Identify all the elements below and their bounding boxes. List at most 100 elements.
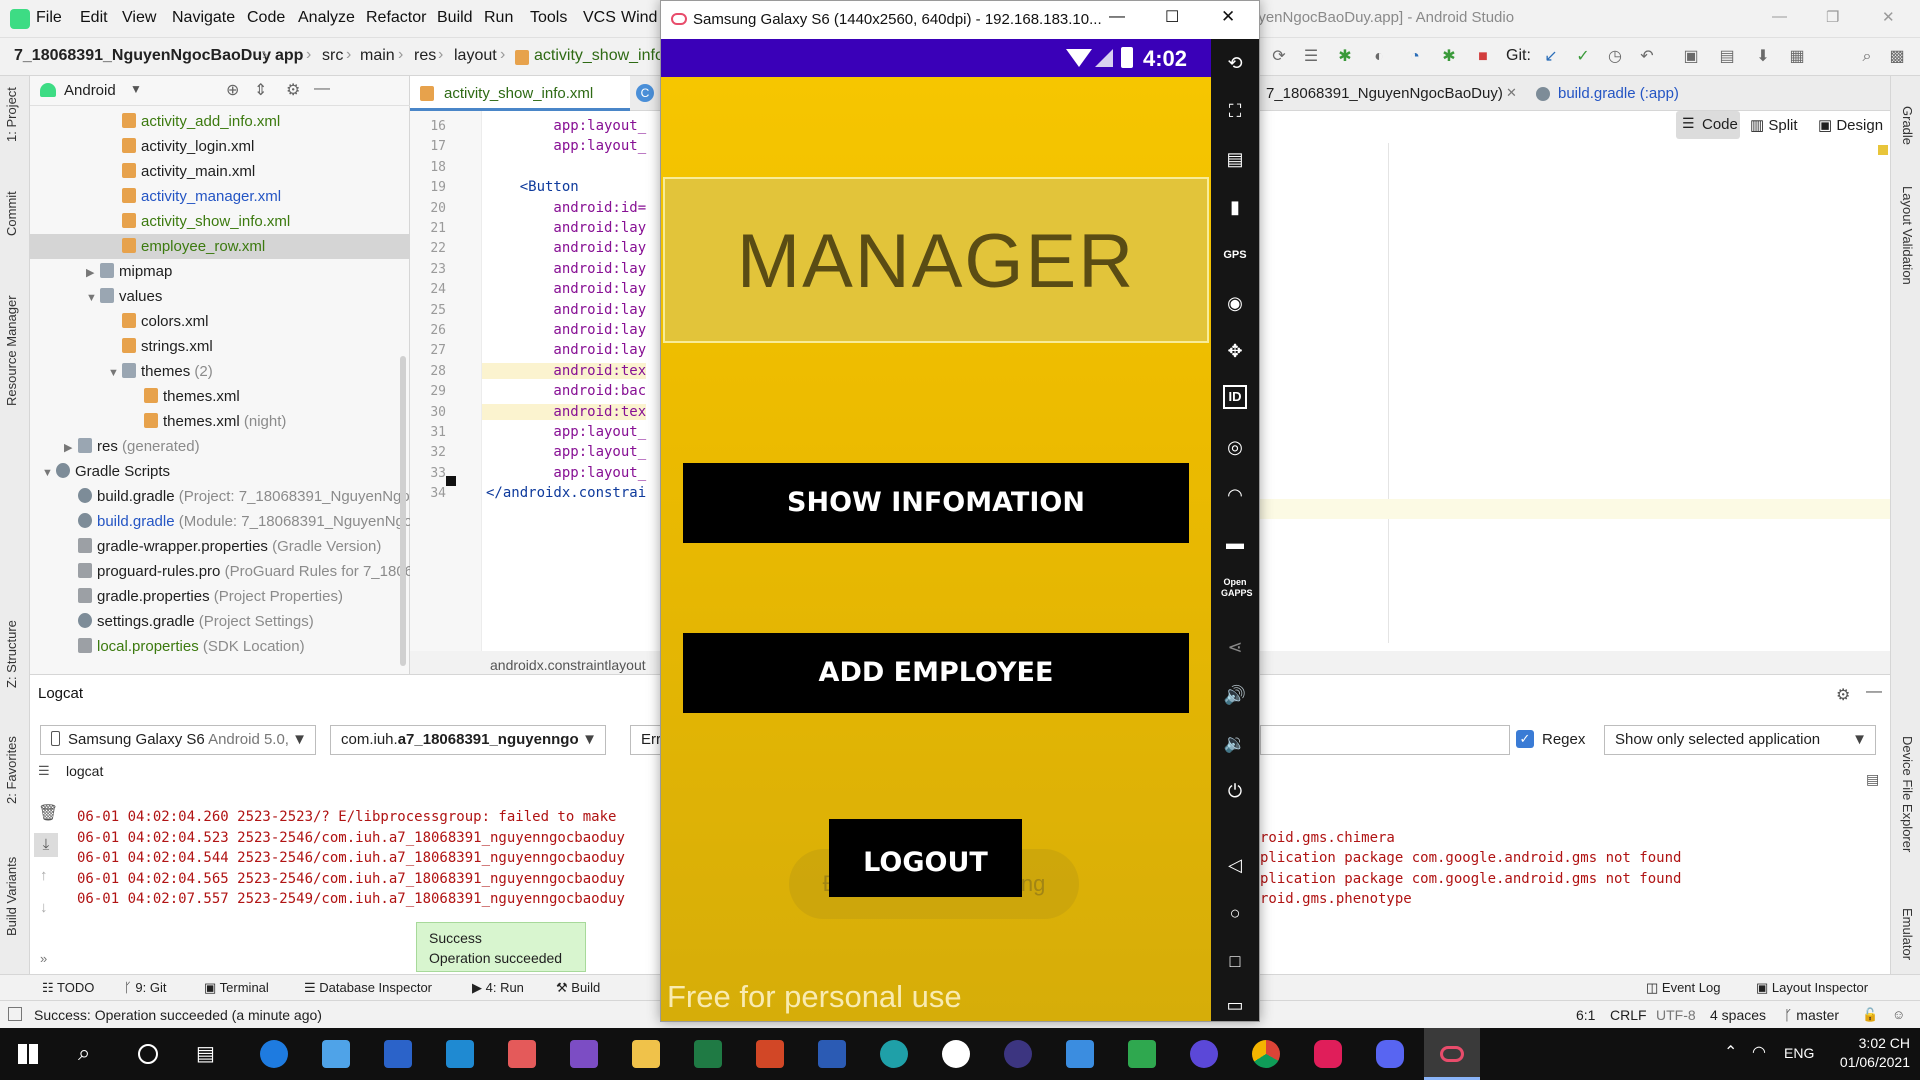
chevron-up-icon[interactable]: ⌃ — [1724, 1042, 1737, 1062]
tool-git[interactable]: ᚴ 9: Git — [124, 980, 167, 995]
show-information-button[interactable]: SHOW INFOMATION — [683, 463, 1189, 543]
file-explorer-icon[interactable] — [632, 1040, 660, 1068]
lock-icon[interactable]: 🔓 — [1862, 1007, 1878, 1023]
breadcrumb-main[interactable]: main — [360, 47, 395, 65]
tool-tab-gradle[interactable]: Gradle — [1900, 106, 1915, 145]
tab-activity-show-info[interactable]: activity_show_info.xml — [410, 76, 630, 111]
collapsed-arrow-icon[interactable]: ▶ — [64, 436, 78, 459]
tool-layout-inspector[interactable]: ▣ Layout Inspector — [1756, 980, 1868, 996]
word-icon[interactable] — [818, 1040, 846, 1068]
breadcrumb-project[interactable]: 7_18068391_NguyenNgocBaoDuy — [14, 47, 271, 65]
maximize-icon[interactable]: ☐ — [1165, 7, 1179, 27]
view-mode-split[interactable]: ▥ Split — [1750, 116, 1798, 134]
sms-icon[interactable]: ▬ — [1221, 529, 1249, 557]
device-manager-icon[interactable]: ▤ — [1716, 46, 1738, 68]
list-icon[interactable]: ☰ — [1300, 46, 1322, 68]
hide-icon[interactable]: — — [314, 80, 330, 98]
tree-item[interactable]: strings.xml — [30, 334, 410, 359]
status-toggle-icon[interactable] — [8, 1007, 22, 1021]
status-message[interactable]: Success: Operation succeeded (a minute a… — [34, 1007, 322, 1023]
collapsed-arrow-icon[interactable]: ▶ — [86, 261, 100, 284]
share-icon[interactable]: ⋖ — [1221, 633, 1249, 661]
search-icon[interactable]: ⌕ — [1856, 46, 1878, 68]
tree-item[interactable]: ▶ mipmap — [30, 259, 410, 284]
search-input[interactable] — [1260, 725, 1510, 755]
recents-icon[interactable]: □ — [1221, 947, 1249, 975]
open-gapps-icon[interactable]: Open GAPPS — [1221, 577, 1253, 605]
more-icon[interactable]: » — [40, 951, 47, 966]
task-view-icon[interactable]: ▤ — [196, 1041, 215, 1066]
power-icon[interactable]: ⏻ — [1221, 777, 1249, 805]
view-mode-design[interactable]: ▣ Design — [1818, 116, 1883, 134]
clapperboard-icon[interactable]: ▤ — [1221, 145, 1249, 173]
tool-run[interactable]: ▶ 4: Run — [472, 980, 524, 996]
tool-tab-layout-validation[interactable]: Layout Validation — [1900, 186, 1915, 285]
edge-icon[interactable] — [880, 1040, 908, 1068]
git-update-icon[interactable]: ↙ — [1540, 46, 1562, 68]
device-select[interactable]: Samsung Galaxy S6 Android 5.0, ▼ — [40, 725, 316, 755]
colorful-app-icon[interactable] — [508, 1040, 536, 1068]
tool-terminal[interactable]: ▣ Terminal — [204, 980, 269, 996]
gear-icon[interactable]: ⚙ — [286, 80, 300, 100]
wifi-icon[interactable]: ◠ — [1752, 1042, 1766, 1062]
rotate-icon[interactable]: ⟲ — [1221, 49, 1249, 77]
volume-up-icon[interactable]: 🔊 — [1221, 681, 1249, 709]
tool-todo[interactable]: ☷ TODO — [42, 980, 94, 996]
menu-item[interactable]: View — [122, 9, 156, 27]
run-config-tab[interactable]: 7_18068391_NguyenNgocBaoDuy) — [1266, 85, 1503, 102]
visual-studio-icon[interactable] — [570, 1040, 598, 1068]
phone-screen[interactable]: 4:02 MANAGER SHOW INFOMATION ADD EMPLOYE… — [661, 39, 1211, 1021]
process-select[interactable]: com.iuh.a7_18068391_nguyenngoc ▼ — [330, 725, 606, 755]
trash-icon[interactable]: 🗑 — [38, 803, 58, 823]
tree-item[interactable]: themes.xml (night) — [30, 409, 410, 434]
box-app-icon[interactable] — [1066, 1040, 1094, 1068]
gauge-icon[interactable]: ◔ — [1404, 46, 1426, 68]
menu-item[interactable]: Edit — [80, 9, 108, 27]
tree-scrollbar[interactable] — [400, 356, 406, 666]
attach-debugger-icon[interactable]: ✱ — [1438, 46, 1460, 68]
tool-tab-project[interactable]: 1: Project — [4, 87, 19, 142]
breadcrumb-file[interactable]: activity_show_info. — [534, 47, 668, 65]
chrome-icon[interactable] — [1252, 1040, 1280, 1068]
expanded-arrow-icon[interactable]: ▼ — [86, 286, 100, 309]
wps-icon[interactable] — [942, 1040, 970, 1068]
tool-tab-build-variants[interactable]: Build Variants — [4, 857, 19, 936]
breadcrumb-layout[interactable]: layout — [454, 47, 497, 65]
rss-icon[interactable]: ◠ — [1221, 481, 1249, 509]
tool-build[interactable]: ⚒ Build — [556, 980, 600, 996]
git-rollback-icon[interactable]: ↶ — [1636, 46, 1658, 68]
line-separator[interactable]: CRLF — [1610, 1007, 1647, 1023]
vscode-icon[interactable] — [446, 1040, 474, 1068]
menu-item[interactable]: Tools — [530, 9, 567, 27]
regex-checkbox[interactable]: ✓ — [1516, 730, 1534, 748]
add-employee-button[interactable]: ADD EMPLOYEE — [683, 633, 1189, 713]
taskbar-clock[interactable]: 3:02 CH 01/06/2021 — [1810, 1034, 1910, 1072]
menu-item[interactable]: File — [36, 9, 62, 27]
caret-position[interactable]: 6:1 — [1576, 1007, 1595, 1023]
maximize-icon[interactable]: ❐ — [1826, 8, 1839, 26]
tool-tab-resource-manager[interactable]: Resource Manager — [4, 295, 19, 406]
tool-event-log[interactable]: ◫ Event Log — [1646, 980, 1720, 996]
tool-tab-emulator[interactable]: Emulator — [1900, 908, 1915, 960]
tree-item[interactable]: local.properties (SDK Location) — [30, 634, 410, 659]
camera-icon[interactable]: ◉ — [1221, 289, 1249, 317]
tree-item[interactable]: ▶ res (generated) — [30, 434, 410, 459]
minimize-icon[interactable]: — — [1772, 8, 1787, 25]
gear-icon[interactable]: ⚙ — [1836, 685, 1850, 705]
discord-icon[interactable] — [1376, 1040, 1404, 1068]
network-app-icon[interactable] — [384, 1040, 412, 1068]
profile-icon[interactable]: ◐ — [1368, 46, 1390, 68]
tree-item[interactable]: ▼ Gradle Scripts — [30, 459, 410, 484]
tool-tab-commit[interactable]: Commit — [4, 191, 19, 236]
emulator-taskbar-icon[interactable] — [1424, 1028, 1480, 1080]
project-view-selector[interactable]: Android — [64, 82, 116, 99]
close-icon[interactable]: ✕ — [1506, 85, 1517, 101]
windows-start-icon[interactable] — [18, 1044, 38, 1064]
tree-item[interactable]: activity_show_info.xml — [30, 209, 410, 234]
move-icon[interactable]: ✥ — [1221, 337, 1249, 365]
tool-tab-structure[interactable]: Z: Structure — [4, 620, 19, 688]
excel-icon[interactable] — [694, 1040, 722, 1068]
media-icon[interactable]: ◎ — [1221, 433, 1249, 461]
git-branch[interactable]: ᚴ master — [1784, 1007, 1839, 1023]
git-history-icon[interactable]: ◷ — [1604, 46, 1626, 68]
